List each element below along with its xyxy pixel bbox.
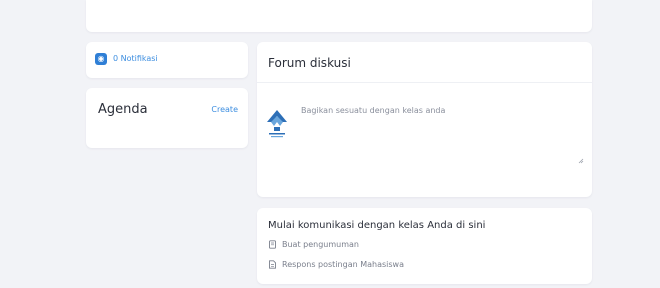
divider (257, 82, 592, 83)
agenda-create-link[interactable]: Create (211, 104, 238, 116)
file-text-icon (269, 259, 276, 269)
school-logo-icon (267, 110, 287, 138)
create-announcement-label: Buat pengumuman (282, 239, 359, 249)
top-panel (86, 0, 592, 32)
respond-posts-action[interactable]: Respons postingan Mahasiswa (268, 257, 404, 271)
resize-handle-icon[interactable] (578, 158, 584, 164)
agenda-card: Agenda Create (86, 88, 248, 148)
start-communication-card: Mulai komunikasi dengan kelas Anda di si… (257, 208, 592, 284)
post-input[interactable] (295, 100, 593, 186)
create-announcement-action[interactable]: Buat pengumuman (268, 237, 359, 251)
forum-card: Forum diskusi (257, 42, 593, 197)
agenda-title: Agenda (98, 102, 148, 117)
notifications-label[interactable]: 0 Notifikasi (113, 53, 158, 65)
forum-title: Forum diskusi (268, 56, 351, 70)
notifications-card[interactable]: ◉ 0 Notifikasi (86, 42, 248, 78)
respond-posts-label: Respons postingan Mahasiswa (282, 259, 404, 269)
start-title: Mulai komunikasi dengan kelas Anda di si… (268, 220, 486, 231)
document-icon (269, 239, 276, 249)
bell-icon: ◉ (95, 53, 107, 65)
